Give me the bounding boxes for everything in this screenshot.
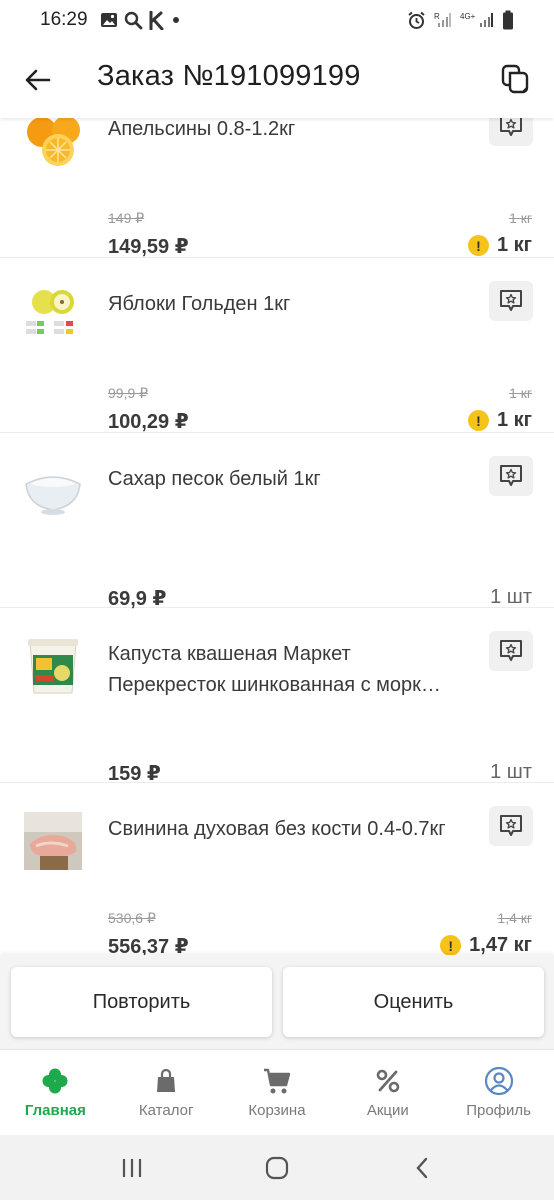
list-item[interactable]: Яблоки Гольден 1кг 99,9 ₽ 100,29 ₽ 1 кг … [0,259,554,433]
clover-icon [41,1066,69,1096]
old-quantity: 1 кг [509,210,532,226]
battery-icon [502,10,514,30]
recent-apps-button[interactable] [112,1148,152,1188]
arrow-left-icon [25,69,51,91]
rate-order-button[interactable]: Оценить [283,967,544,1037]
bottom-navigation: Главная Каталог Корзина Акции Профиль [0,1049,554,1135]
quantity: 1,47 кг [469,934,532,956]
sauerkraut-image [22,635,84,697]
status-time: 16:29 [40,9,88,30]
quantity: 1 шт [490,586,532,608]
system-back-button[interactable] [402,1148,442,1188]
old-quantity: 1,4 кг [497,910,532,926]
home-button[interactable] [257,1148,297,1188]
percent-icon [375,1066,401,1096]
price: 149,59 ₽ [108,236,189,258]
product-name: Капуста квашеная Маркет Перекресток шинк… [108,643,441,696]
status-bar: 16:29 R 4G+ [0,0,554,40]
price: 100,29 ₽ [108,411,189,433]
star-review-icon [500,118,522,136]
nav-item-catalog[interactable]: Каталог [111,1050,222,1135]
copy-order-button[interactable] [498,62,532,96]
review-button[interactable] [489,456,533,496]
product-name: Апельсины 0.8-1.2кг [108,118,296,140]
review-button[interactable] [489,118,533,146]
signal-4g-icon: 4G+ [460,11,494,29]
svg-text:4G+: 4G+ [460,12,476,21]
notification-dot-icon [171,15,181,25]
order-action-bar: Повторить Оценить [0,955,554,1049]
app-header: Заказ №191099199 [0,40,554,118]
review-button[interactable] [489,806,533,846]
sugar-image [22,460,84,522]
nav-item-home[interactable]: Главная [0,1050,111,1135]
repeat-order-button[interactable]: Повторить [11,967,272,1037]
nav-item-cart[interactable]: Корзина [222,1050,333,1135]
nav-label: Корзина [248,1102,306,1119]
profile-icon [484,1066,514,1096]
price: 159 ₽ [108,763,161,785]
star-review-icon [500,290,522,311]
review-button[interactable] [489,631,533,671]
old-price: 99,9 ₽ [108,385,149,401]
home-circle-icon [265,1156,289,1179]
list-item[interactable]: Капуста квашеная Маркет Перекресток шинк… [0,609,554,785]
pork-image [22,810,84,872]
gallery-icon [100,12,118,28]
nav-label: Профиль [466,1102,531,1119]
back-button[interactable] [22,64,54,96]
cart-icon [262,1066,292,1096]
copy-icon [501,64,529,94]
bag-icon [155,1066,177,1096]
list-item[interactable]: Свинина духовая без кости 0.4-0.7кг 530,… [0,784,554,958]
warning-icon: ! [440,935,462,956]
star-review-icon [500,815,522,836]
nav-label: Акции [366,1102,409,1119]
nav-label: Каталог [138,1102,194,1119]
system-navigation-bar [0,1135,554,1200]
svg-text:R: R [434,12,440,21]
old-quantity: 1 кг [509,385,532,401]
nav-item-profile[interactable]: Профиль [443,1050,554,1135]
recent-apps-icon [123,1158,142,1177]
signal-roaming-icon: R [434,11,452,29]
search-icon [124,11,143,30]
nav-item-promotions[interactable]: Акции [332,1050,443,1135]
page-title: Заказ №191099199 [97,60,361,92]
old-price: 149 ₽ [108,210,145,226]
kinopoisk-icon [149,10,165,30]
old-price: 530,6 ₽ [108,910,156,926]
oranges-image [22,118,84,172]
warning-icon: ! [467,410,489,431]
nav-label: Главная [24,1102,86,1119]
star-review-icon [500,640,522,661]
product-name: Яблоки Гольден 1кг [108,293,291,315]
quantity: 1 шт [490,761,532,783]
list-item[interactable]: Сахар песок белый 1кг 69,9 ₽ 1 шт [0,434,554,610]
warning-icon: ! [467,235,489,256]
quantity: 1 кг [496,409,532,431]
price: 69,9 ₽ [108,588,167,610]
review-button[interactable] [489,281,533,321]
star-review-icon [500,465,522,486]
chevron-left-icon [416,1157,427,1178]
quantity: 1 кг [496,234,532,256]
order-product-list[interactable]: Апельсины 0.8-1.2кг 149 ₽ 149,59 ₽ 1 кг … [0,118,554,958]
apples-image [22,285,84,347]
product-name: Сахар песок белый 1кг [108,468,321,490]
list-item[interactable]: Апельсины 0.8-1.2кг 149 ₽ 149,59 ₽ 1 кг … [0,118,554,258]
product-name: Свинина духовая без кости 0.4-0.7кг [108,818,446,840]
alarm-icon [407,11,426,30]
